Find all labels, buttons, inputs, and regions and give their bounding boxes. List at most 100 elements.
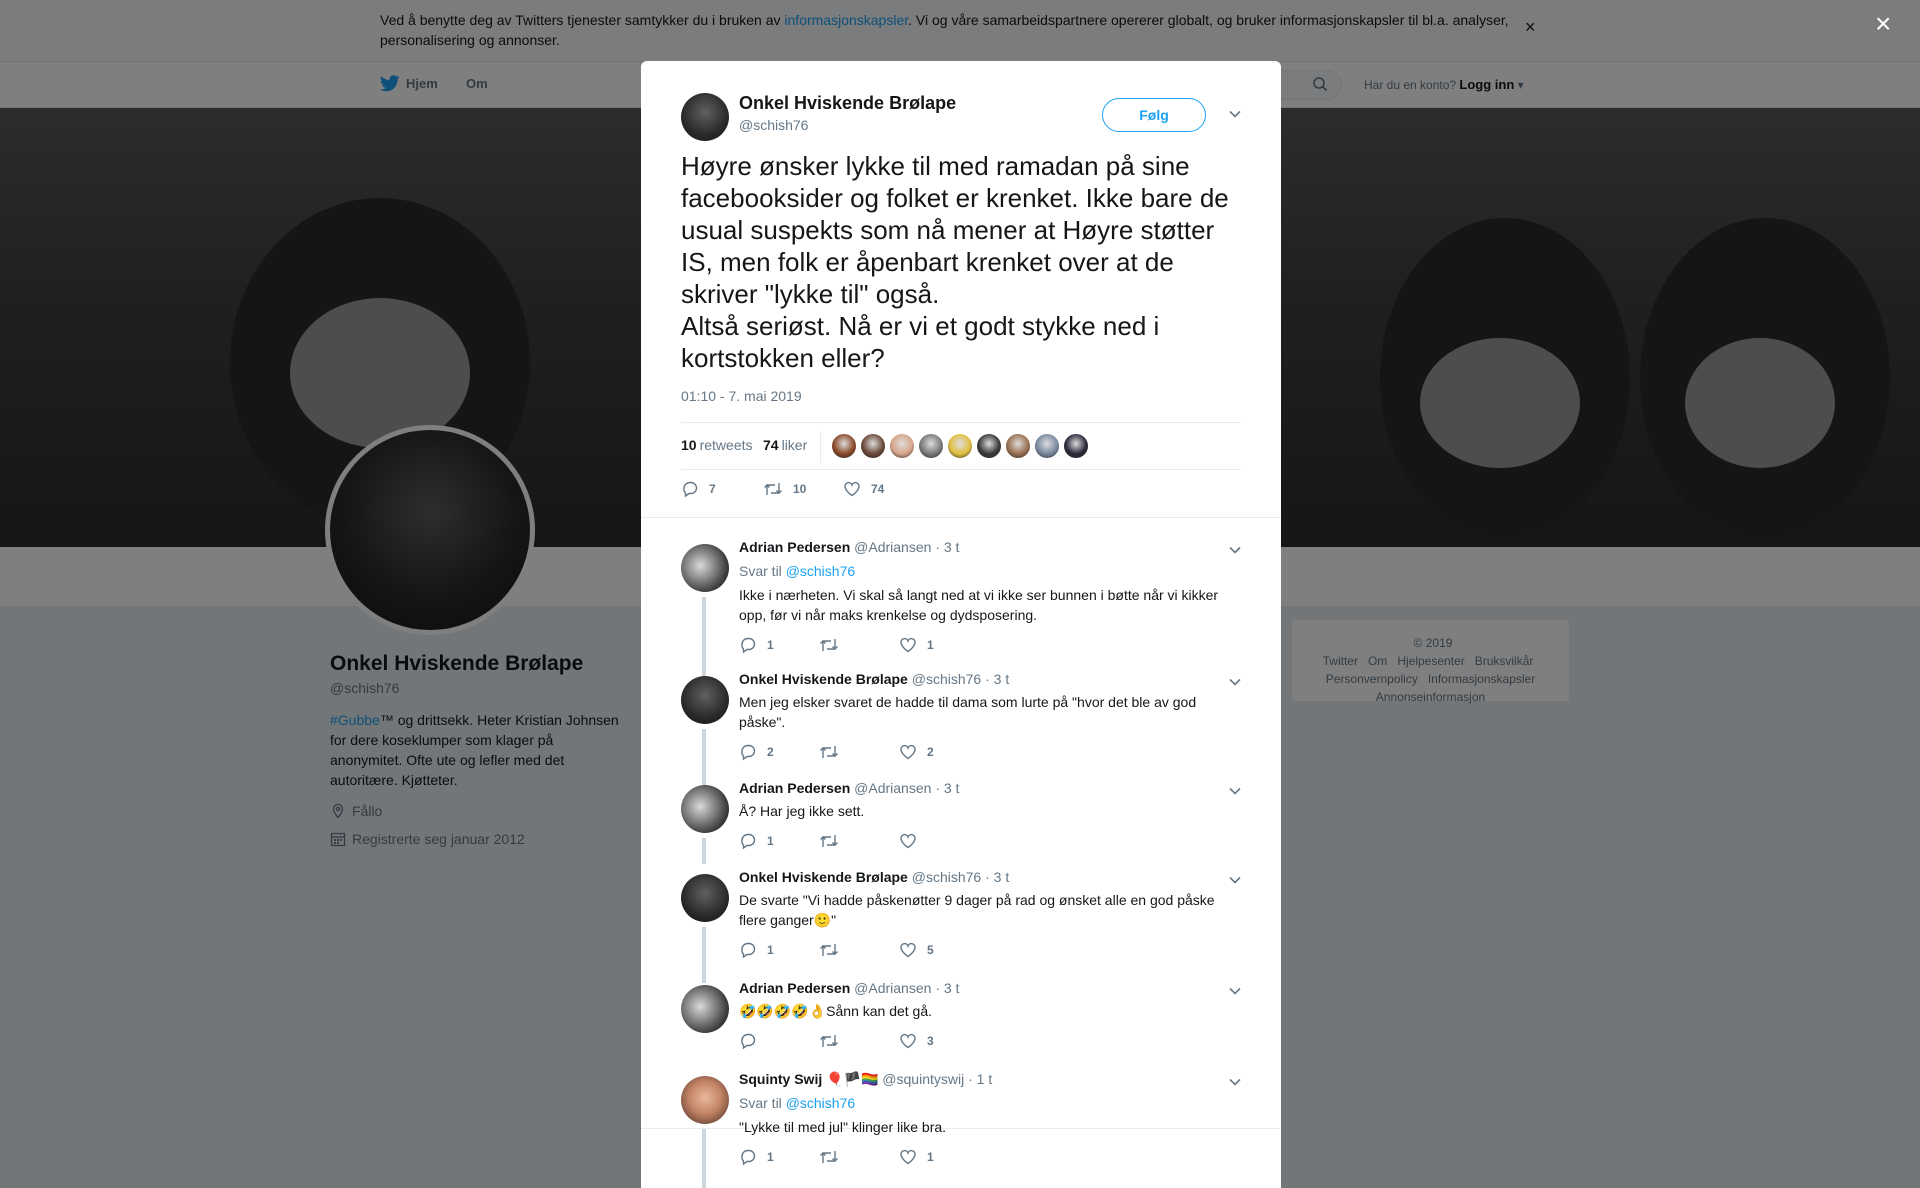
reply-author-handle[interactable]: @Adriansen — [850, 980, 935, 996]
reply-author-name[interactable]: Adrian Pedersen — [739, 539, 850, 555]
liker-avatar[interactable] — [977, 434, 1001, 458]
liker-avatar[interactable] — [1064, 434, 1088, 458]
liker-avatar[interactable] — [890, 434, 914, 458]
reply-author-handle[interactable]: @Adriansen — [850, 780, 935, 796]
tweet-actions: 7 10 74 — [681, 479, 884, 499]
liker-avatar[interactable] — [919, 434, 943, 458]
replies-separator — [641, 517, 1281, 527]
liker-avatar[interactable] — [1006, 434, 1030, 458]
chevron-down-icon[interactable] — [1228, 675, 1242, 689]
thread-line — [702, 927, 706, 983]
chevron-down-icon[interactable] — [1228, 543, 1242, 557]
retweet-icon — [820, 1151, 838, 1163]
reply-button[interactable]: 2 — [739, 743, 819, 761]
reply-button[interactable]: 1 — [739, 1148, 819, 1166]
retweet-button[interactable] — [819, 832, 899, 850]
reply-actions: 1 5 — [739, 940, 979, 960]
reply-button[interactable]: 1 — [739, 832, 819, 850]
reply-author-avatar[interactable] — [681, 985, 729, 1033]
reply-author-avatar[interactable] — [681, 874, 729, 922]
reply-author-avatar[interactable] — [681, 676, 729, 724]
reply-timestamp[interactable]: · 3 t — [935, 780, 959, 796]
like-button[interactable]: 5 — [899, 941, 979, 959]
reply-count: 1 — [767, 638, 774, 652]
liker-avatar[interactable] — [1035, 434, 1059, 458]
chevron-down-icon[interactable] — [1228, 873, 1242, 887]
likes-stat[interactable]: 74 liker — [763, 437, 807, 453]
chevron-down-icon[interactable] — [1228, 107, 1242, 121]
retweet-button[interactable] — [819, 743, 899, 761]
reply-timestamp[interactable]: · 3 t — [985, 869, 1009, 885]
reply-count: 1 — [767, 943, 774, 957]
reply-text: De svarte "Vi hadde påskenøtter 9 dager … — [739, 892, 1215, 928]
retweet-button[interactable] — [819, 636, 899, 654]
reply-author-handle[interactable]: @schish76 — [908, 671, 985, 687]
retweet-icon — [820, 1035, 838, 1047]
like-button[interactable]: 1 — [899, 1148, 979, 1166]
like-icon — [900, 1033, 916, 1049]
liker-avatar[interactable] — [861, 434, 885, 458]
like-icon — [900, 1149, 916, 1165]
reply-author-avatar[interactable] — [681, 544, 729, 592]
like-button[interactable]: 2 — [899, 743, 979, 761]
reply-button[interactable]: 1 — [739, 941, 819, 959]
like-button[interactable] — [899, 832, 979, 850]
like-button[interactable]: 1 — [899, 636, 979, 654]
liker-avatar[interactable] — [948, 434, 972, 458]
retweet-button[interactable]: 10 — [763, 480, 843, 498]
reply-button[interactable] — [739, 1032, 819, 1050]
tweet-author-name[interactable]: Onkel Hviskende Brølape — [739, 93, 956, 114]
stats-divider — [820, 431, 821, 463]
tweet-author-handle[interactable]: @schish76 — [739, 117, 808, 133]
like-icon — [844, 481, 860, 497]
liker-avatar[interactable] — [832, 434, 856, 458]
reply-author-name[interactable]: Adrian Pedersen — [739, 780, 850, 796]
reply-icon — [741, 1149, 756, 1166]
tweet-author-avatar[interactable] — [681, 93, 729, 141]
reply-icon — [683, 481, 698, 498]
reply-button[interactable]: 1 — [739, 636, 819, 654]
reply-timestamp[interactable]: · 3 t — [985, 671, 1009, 687]
reply-timestamp[interactable]: · 1 t — [968, 1071, 992, 1087]
reply-timestamp[interactable]: · 3 t — [935, 980, 959, 996]
reply-author-name[interactable]: Squinty Swij 🎈🏴🏳️‍🌈 — [739, 1071, 878, 1087]
reply-text: Ikke i nærheten. Vi skal så langt ned at… — [739, 587, 1219, 623]
reply-text: Å? Har jeg ikke sett. — [739, 803, 865, 819]
reply-icon — [741, 744, 756, 761]
retweet-button[interactable] — [819, 1148, 899, 1166]
reply-author-avatar[interactable] — [681, 785, 729, 833]
like-button[interactable]: 3 — [899, 1032, 979, 1050]
reply-actions: 1 — [739, 831, 979, 851]
like-count: 2 — [927, 745, 934, 759]
chevron-down-icon[interactable] — [1228, 1075, 1242, 1089]
reply-author-handle[interactable]: @schish76 — [908, 869, 985, 885]
tweet-timestamp[interactable]: 01:10 - 7. mai 2019 — [681, 388, 802, 404]
reply-actions: 1 1 — [739, 1147, 979, 1167]
reply-author-handle[interactable]: @squintyswij — [878, 1071, 968, 1087]
like-icon — [900, 637, 916, 653]
reply-to-label: Svar til — [739, 1095, 786, 1111]
close-icon[interactable]: × — [1875, 10, 1891, 38]
chevron-down-icon[interactable] — [1228, 984, 1242, 998]
retweet-button[interactable] — [819, 941, 899, 959]
reply-to-handle-link[interactable]: @schish76 — [786, 563, 855, 579]
reply-timestamp[interactable]: · 3 t — [935, 539, 959, 555]
like-button[interactable]: 74 — [843, 480, 884, 498]
reply-author-name[interactable]: Onkel Hviskende Brølape — [739, 869, 908, 885]
retweets-stat[interactable]: 10 retweets — [681, 437, 753, 453]
reply-author-avatar[interactable] — [681, 1076, 729, 1124]
reply-text: Men jeg elsker svaret de hadde til dama … — [739, 694, 1197, 730]
reply-author-handle[interactable]: @Adriansen — [850, 539, 935, 555]
chevron-down-icon[interactable] — [1228, 784, 1242, 798]
follow-button[interactable]: Følg — [1102, 98, 1206, 132]
reply-icon — [741, 637, 756, 654]
like-count: 1 — [927, 1150, 934, 1164]
reply-header: Onkel Hviskende Brølape @schish76 · 3 t — [739, 869, 1009, 885]
retweet-count: 10 — [793, 482, 807, 496]
retweet-button[interactable] — [819, 1032, 899, 1050]
reply-to-handle-link[interactable]: @schish76 — [786, 1095, 855, 1111]
reply-author-name[interactable]: Onkel Hviskende Brølape — [739, 671, 908, 687]
reply-count: 1 — [767, 1150, 774, 1164]
reply-author-name[interactable]: Adrian Pedersen — [739, 980, 850, 996]
reply-button[interactable]: 7 — [681, 480, 763, 498]
